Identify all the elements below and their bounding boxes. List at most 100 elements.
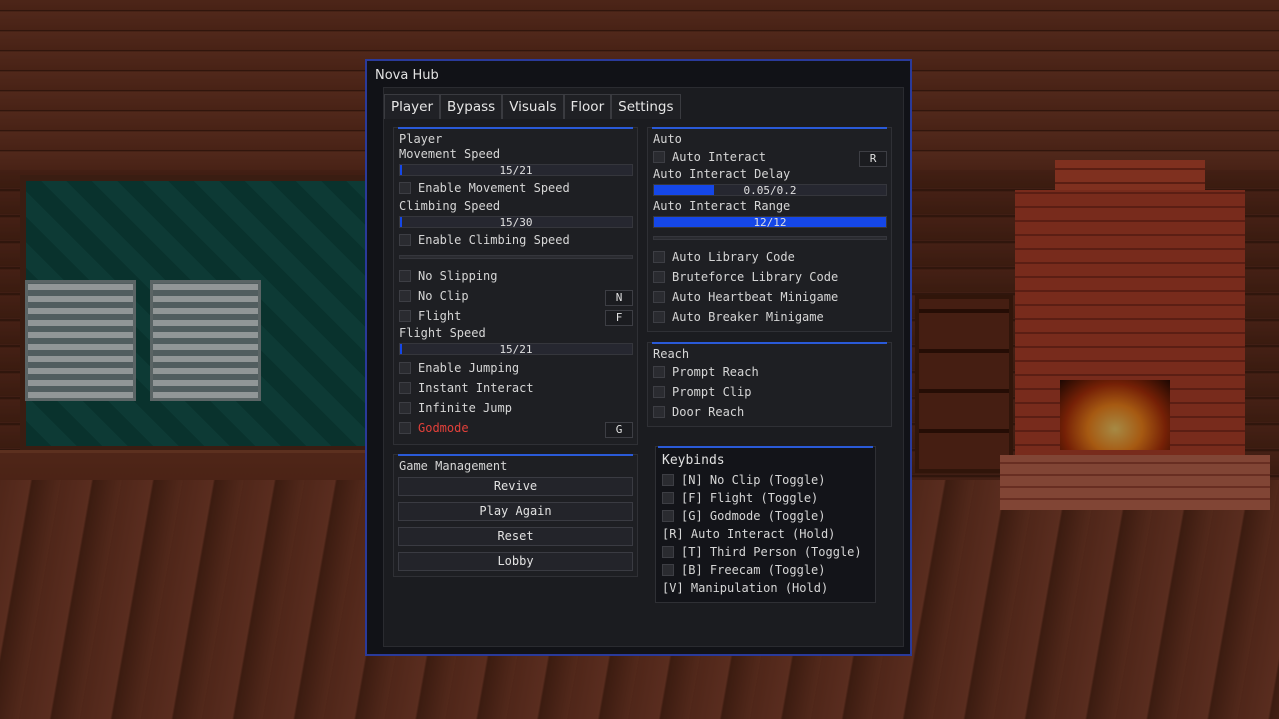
toggle-label: Godmode bbox=[418, 421, 469, 435]
keybind-label: [V] Manipulation (Hold) bbox=[662, 581, 829, 595]
auto-library-code-toggle[interactable]: Auto Library Code bbox=[653, 248, 795, 266]
keybind-item: [R] Auto Interact (Hold) bbox=[662, 525, 835, 543]
checkbox[interactable] bbox=[653, 151, 665, 163]
slider-value: 15/30 bbox=[499, 216, 533, 229]
keybind-item[interactable]: [T] Third Person (Toggle) bbox=[662, 543, 862, 561]
toggle-label: Auto Interact bbox=[672, 150, 766, 164]
keybind-item[interactable]: [F] Flight (Toggle) bbox=[662, 489, 818, 507]
enable-movement-speed-toggle[interactable]: Enable Movement Speed bbox=[399, 179, 570, 197]
slider-value: 12/12 bbox=[753, 216, 787, 229]
tab-settings[interactable]: Settings bbox=[611, 94, 681, 119]
auto-interact-range-label: Auto Interact Range bbox=[653, 199, 791, 213]
keybind-label: [G] Godmode (Toggle) bbox=[681, 509, 826, 523]
checkbox[interactable] bbox=[399, 382, 411, 394]
auto-heartbeat-minigame-toggle[interactable]: Auto Heartbeat Minigame bbox=[653, 288, 838, 306]
godmode-toggle[interactable]: Godmode bbox=[399, 419, 469, 437]
checkbox[interactable] bbox=[399, 422, 411, 434]
tab-visuals[interactable]: Visuals bbox=[502, 94, 564, 119]
section-title: Game Management bbox=[399, 459, 508, 473]
toggle-label: Door Reach bbox=[672, 405, 745, 419]
checkbox[interactable] bbox=[653, 291, 665, 303]
auto-interact-delay-label: Auto Interact Delay bbox=[653, 167, 791, 181]
revive-button[interactable]: Revive bbox=[398, 477, 633, 496]
checkbox[interactable] bbox=[653, 271, 665, 283]
auto-section: Auto Auto Interact R Auto Interact Delay… bbox=[647, 127, 892, 332]
checkbox[interactable] bbox=[399, 290, 411, 302]
toggle-label: Enable Jumping bbox=[418, 361, 520, 375]
prompt-reach-toggle[interactable]: Prompt Reach bbox=[653, 363, 759, 381]
enable-jumping-toggle[interactable]: Enable Jumping bbox=[399, 359, 519, 377]
keybind-item[interactable]: [B] Freecam (Toggle) bbox=[662, 561, 826, 579]
infinite-jump-toggle[interactable]: Infinite Jump bbox=[399, 399, 512, 417]
checkbox[interactable] bbox=[399, 310, 411, 322]
section-title: Reach bbox=[653, 347, 690, 361]
section-title: Auto bbox=[653, 132, 682, 146]
toggle-label: No Clip bbox=[418, 289, 469, 303]
reach-section: Reach Prompt Reach Prompt Clip Door Reac… bbox=[647, 342, 892, 427]
game-management-section: Game Management Revive Play Again Reset … bbox=[393, 454, 638, 577]
section-title: Player bbox=[399, 132, 443, 146]
checkbox[interactable] bbox=[662, 492, 674, 504]
climbing-speed-slider[interactable]: 15/30 bbox=[399, 216, 633, 229]
tab-bypass[interactable]: Bypass bbox=[440, 94, 503, 119]
toggle-label: No Slipping bbox=[418, 269, 498, 283]
keybind-label: [T] Third Person (Toggle) bbox=[681, 545, 862, 559]
slider-value: 15/21 bbox=[499, 164, 533, 177]
checkbox[interactable] bbox=[662, 564, 674, 576]
checkbox[interactable] bbox=[653, 386, 665, 398]
bruteforce-library-code-toggle[interactable]: Bruteforce Library Code bbox=[653, 268, 838, 286]
auto-breaker-minigame-toggle[interactable]: Auto Breaker Minigame bbox=[653, 308, 824, 326]
tab-player[interactable]: Player bbox=[384, 94, 441, 119]
toggle-label: Enable Climbing Speed bbox=[418, 233, 570, 247]
keybind-item[interactable]: [G] Godmode (Toggle) bbox=[662, 507, 826, 525]
tab-floor[interactable]: Floor bbox=[563, 94, 612, 119]
checkbox[interactable] bbox=[399, 182, 411, 194]
no-clip-keybind[interactable]: N bbox=[605, 290, 633, 306]
toggle-label: Prompt Clip bbox=[672, 385, 752, 399]
toggle-label: Enable Movement Speed bbox=[418, 181, 570, 195]
instant-interact-toggle[interactable]: Instant Interact bbox=[399, 379, 534, 397]
keybind-label: [F] Flight (Toggle) bbox=[681, 491, 819, 505]
keybind-item: [V] Manipulation (Hold) bbox=[662, 579, 828, 597]
checkbox[interactable] bbox=[653, 311, 665, 323]
checkbox[interactable] bbox=[662, 474, 674, 486]
keybind-item[interactable]: [N] No Clip (Toggle) bbox=[662, 471, 826, 489]
checkbox[interactable] bbox=[399, 270, 411, 282]
door-reach-toggle[interactable]: Door Reach bbox=[653, 403, 744, 421]
play-again-button[interactable]: Play Again bbox=[398, 502, 633, 521]
auto-interact-delay-slider[interactable]: 0.05/0.2 bbox=[653, 184, 887, 197]
checkbox[interactable] bbox=[653, 251, 665, 263]
toggle-label: Prompt Reach bbox=[672, 365, 759, 379]
no-clip-toggle[interactable]: No Clip bbox=[399, 287, 469, 305]
toggle-label: Flight bbox=[418, 309, 462, 323]
checkbox[interactable] bbox=[653, 406, 665, 418]
keybind-label: [N] No Clip (Toggle) bbox=[681, 473, 826, 487]
slider-value: 15/21 bbox=[499, 343, 533, 356]
toggle-label: Instant Interact bbox=[418, 381, 534, 395]
checkbox[interactable] bbox=[399, 234, 411, 246]
prompt-clip-toggle[interactable]: Prompt Clip bbox=[653, 383, 751, 401]
toggle-label: Auto Heartbeat Minigame bbox=[672, 290, 839, 304]
auto-interact-range-slider[interactable]: 12/12 bbox=[653, 216, 887, 229]
movement-speed-slider[interactable]: 15/21 bbox=[399, 164, 633, 177]
toggle-label: Auto Library Code bbox=[672, 250, 795, 264]
checkbox[interactable] bbox=[653, 366, 665, 378]
enable-climbing-speed-toggle[interactable]: Enable Climbing Speed bbox=[399, 231, 570, 249]
keybinds-title: Keybinds bbox=[662, 453, 725, 468]
lobby-button[interactable]: Lobby bbox=[398, 552, 633, 571]
checkbox[interactable] bbox=[662, 510, 674, 522]
checkbox[interactable] bbox=[399, 402, 411, 414]
flight-toggle[interactable]: Flight bbox=[399, 307, 461, 325]
godmode-keybind[interactable]: G bbox=[605, 422, 633, 438]
movement-speed-label: Movement Speed bbox=[399, 147, 501, 161]
reset-button[interactable]: Reset bbox=[398, 527, 633, 546]
no-slipping-toggle[interactable]: No Slipping bbox=[399, 267, 497, 285]
keybinds-panel[interactable]: Keybinds [N] No Clip (Toggle) [F] Flight… bbox=[655, 446, 876, 603]
checkbox[interactable] bbox=[399, 362, 411, 374]
flight-keybind[interactable]: F bbox=[605, 310, 633, 326]
flight-speed-slider[interactable]: 15/21 bbox=[399, 343, 633, 356]
checkbox[interactable] bbox=[662, 546, 674, 558]
auto-interact-keybind[interactable]: R bbox=[859, 151, 887, 167]
auto-interact-toggle[interactable]: Auto Interact bbox=[653, 148, 766, 166]
toggle-label: Auto Breaker Minigame bbox=[672, 310, 824, 324]
